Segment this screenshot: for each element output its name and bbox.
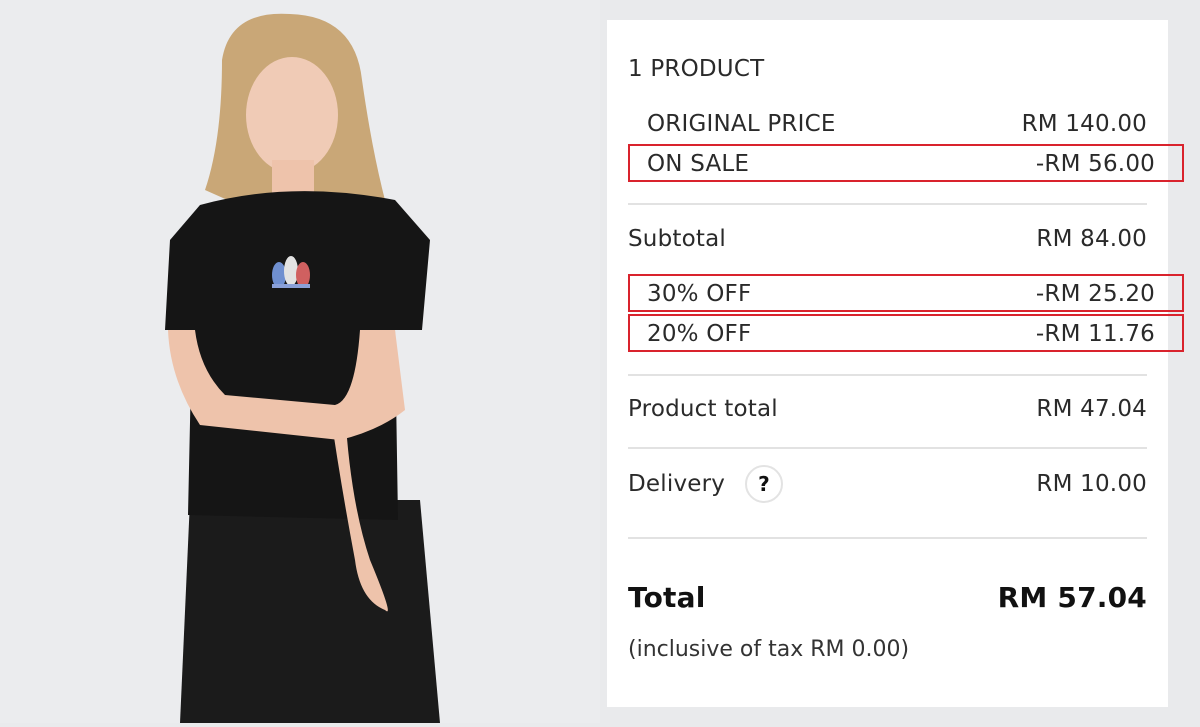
divider [628,374,1147,376]
divider [628,447,1147,449]
delivery-row: Delivery ? RM 10.00 [628,465,1147,503]
original-price-label: ORIGINAL PRICE [647,111,836,137]
divider [628,537,1147,539]
subtotal-label: Subtotal [628,226,726,252]
original-price-row: ORIGINAL PRICE RM 140.00 [647,111,1147,137]
total-value: RM 57.04 [997,581,1147,614]
tax-note: (inclusive of tax RM 0.00) [628,637,910,662]
order-summary: 1 PRODUCT ORIGINAL PRICE RM 140.00 ON SA… [607,20,1184,707]
question-circle-icon[interactable]: ? [745,465,784,503]
discount2-row: 20% OFF -RM 11.76 [647,321,1155,347]
on-sale-label: ON SALE [647,151,750,177]
original-price-value: RM 140.00 [1021,111,1147,137]
product-total-row: Product total RM 47.04 [628,396,1147,422]
model-tshirt-image [0,0,600,723]
subtotal-row: Subtotal RM 84.00 [628,226,1147,252]
discount1-value: -RM 25.20 [1035,281,1155,307]
discount2-label: 20% OFF [647,321,752,347]
on-sale-value: -RM 56.00 [1035,151,1155,177]
total-row: Total RM 57.04 [628,581,1147,614]
product-count: 1 PRODUCT [628,56,765,82]
total-label: Total [628,581,706,614]
subtotal-value: RM 84.00 [1036,226,1147,252]
product-total-value: RM 47.04 [1036,396,1147,422]
discount2-value: -RM 11.76 [1035,321,1155,347]
discount1-label: 30% OFF [647,281,752,307]
product-total-label: Product total [628,396,778,422]
product-count-row: 1 PRODUCT [628,56,1147,82]
discount1-row: 30% OFF -RM 25.20 [647,281,1155,307]
delivery-value: RM 10.00 [1036,471,1147,497]
on-sale-row: ON SALE -RM 56.00 [647,151,1155,177]
product-photo [0,0,600,723]
divider [628,203,1147,205]
delivery-label: Delivery [628,471,726,497]
